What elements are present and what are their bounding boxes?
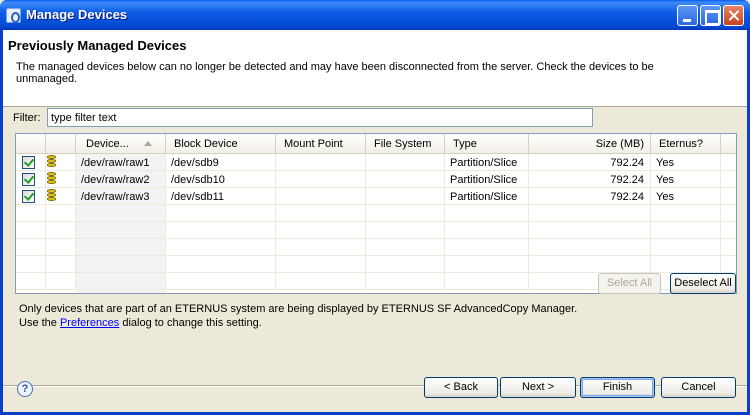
cell-file-system [366, 154, 445, 171]
database-icon [47, 172, 56, 186]
cell-file-system [366, 188, 445, 205]
minimize-button[interactable] [677, 5, 698, 26]
column-header-type[interactable]: Type [445, 134, 529, 154]
title-bar[interactable]: Manage Devices [0, 0, 750, 30]
help-icon[interactable]: ? [17, 381, 33, 397]
cell-mount-point [276, 154, 366, 171]
eternus-note: Only devices that are part of an ETERNUS… [19, 302, 577, 330]
cell-type: Partition/Slice [445, 154, 529, 171]
cell-size: 792.24 [529, 154, 651, 171]
table-row[interactable]: /dev/raw/raw2 /dev/sdb10 Partition/Slice… [16, 171, 736, 188]
column-header-icon[interactable] [46, 134, 76, 154]
preferences-link[interactable]: Preferences [60, 317, 119, 329]
cell-block-device: /dev/sdb11 [166, 188, 276, 205]
table-row-empty [16, 205, 736, 222]
column-header-file-system[interactable]: File System [366, 134, 445, 154]
row-check-cell [16, 154, 46, 171]
cell-block-device: /dev/sdb9 [166, 154, 276, 171]
cell-file-system [366, 171, 445, 188]
cell-type: Partition/Slice [445, 188, 529, 205]
cell-device: /dev/raw/raw3 [76, 188, 166, 205]
maximize-icon [701, 6, 720, 25]
column-header-size[interactable]: Size (MB) [529, 134, 651, 154]
database-icon [47, 189, 56, 203]
row-checkbox[interactable] [22, 173, 35, 186]
app-icon [6, 8, 21, 23]
cell-mount-point [276, 188, 366, 205]
cell-size: 792.24 [529, 171, 651, 188]
page-description: The managed devices below can no longer … [16, 61, 654, 85]
column-header-block-device[interactable]: Block Device [166, 134, 276, 154]
next-button[interactable]: Next > [500, 377, 576, 398]
cell-eternus: Yes [651, 154, 721, 171]
minimize-icon [678, 6, 697, 25]
table-row-empty [16, 239, 736, 256]
cell-device: /dev/raw/raw2 [76, 171, 166, 188]
cell-size: 792.24 [529, 188, 651, 205]
page-title: Previously Managed Devices [8, 38, 187, 53]
dialog-client-area: Previously Managed Devices The managed d… [3, 30, 747, 412]
column-header-device[interactable]: Device... [76, 134, 166, 154]
table-row-empty [16, 222, 736, 239]
note-line-2-suffix: dialog to change this setting. [119, 317, 262, 329]
note-line-2-prefix: Use the [19, 317, 60, 329]
row-check-cell [16, 188, 46, 205]
cell-device: /dev/raw/raw1 [76, 154, 166, 171]
devices-table: Device... Block Device Mount Point File … [15, 133, 737, 294]
row-checkbox[interactable] [22, 156, 35, 169]
column-header-eternus[interactable]: Eternus? [651, 134, 721, 154]
row-icon-cell [46, 188, 76, 205]
note-line-1: Only devices that are part of an ETERNUS… [19, 303, 578, 315]
column-header-mount-point[interactable]: Mount Point [276, 134, 366, 154]
finish-button[interactable]: Finish [580, 377, 655, 398]
sort-ascending-icon [144, 141, 152, 146]
column-header-check[interactable] [16, 134, 46, 154]
cell-eternus: Yes [651, 188, 721, 205]
cell-mount-point [276, 171, 366, 188]
row-checkbox[interactable] [22, 190, 35, 203]
cell-type: Partition/Slice [445, 171, 529, 188]
note-line-2: Use the Preferences dialog to change thi… [19, 316, 577, 330]
row-icon-cell [46, 154, 76, 171]
filter-label: Filter: [13, 112, 41, 124]
select-all-button[interactable]: Select All [598, 273, 661, 294]
database-icon [47, 155, 56, 169]
window-title: Manage Devices [26, 7, 128, 22]
dialog-window: Manage Devices Previously Managed Device… [0, 0, 750, 415]
wizard-banner: Previously Managed Devices The managed d… [3, 30, 747, 107]
maximize-button[interactable] [700, 5, 721, 26]
deselect-all-button[interactable]: Deselect All [670, 273, 736, 294]
table-row-empty [16, 256, 736, 273]
filter-input[interactable] [47, 108, 593, 127]
cell-block-device: /dev/sdb10 [166, 171, 276, 188]
table-row[interactable]: /dev/raw/raw1 /dev/sdb9 Partition/Slice … [16, 154, 736, 171]
table-header: Device... Block Device Mount Point File … [16, 134, 736, 154]
close-icon [724, 6, 743, 25]
cancel-button[interactable]: Cancel [661, 377, 736, 398]
row-check-cell [16, 171, 46, 188]
back-button[interactable]: < Back [424, 377, 498, 398]
table-row[interactable]: /dev/raw/raw3 /dev/sdb11 Partition/Slice… [16, 188, 736, 205]
cell-eternus: Yes [651, 171, 721, 188]
column-header-device-label: Device... [86, 138, 129, 150]
close-button[interactable] [723, 5, 744, 26]
row-icon-cell [46, 171, 76, 188]
